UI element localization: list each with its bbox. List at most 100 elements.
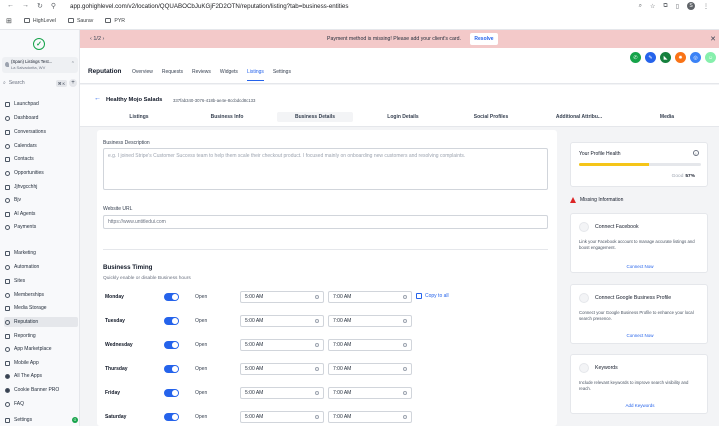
clock-icon <box>403 391 407 395</box>
sidebar-item-all-the-apps[interactable]: All The Apps <box>4 371 78 381</box>
add-keywords-link[interactable]: Add Keywords <box>571 403 709 408</box>
day-open-toggle[interactable] <box>164 293 179 301</box>
search-input[interactable]: Search <box>9 80 25 86</box>
sidebar-item-label: All The Apps <box>14 373 42 379</box>
bookmark-highlevel[interactable]: HighLevel <box>23 18 56 24</box>
dashboard-icon <box>5 115 10 121</box>
close-time-input[interactable]: 7:00 AM <box>328 363 412 375</box>
tab-requests[interactable]: Requests <box>162 69 183 81</box>
listing-tab-login-details[interactable]: Login Details <box>365 112 441 122</box>
help-icon[interactable]: ◎ <box>690 52 701 63</box>
sidebar-item-mobile-app[interactable]: Mobile App <box>4 358 78 368</box>
tab-listings[interactable]: Listings <box>246 69 264 81</box>
back-icon[interactable]: ← <box>7 2 14 10</box>
website-input[interactable]: https://www.untitledui.com <box>103 215 548 229</box>
sidebar-item-opportunities[interactable]: Opportunities <box>4 168 78 178</box>
tab-overview[interactable]: Overview <box>132 69 153 81</box>
info-icon[interactable]: i <box>693 150 699 156</box>
globe-icon <box>5 278 10 284</box>
tab-widgets[interactable]: Widgets <box>220 69 238 81</box>
sidebar-item-launchpad[interactable]: Launchpad <box>4 99 78 109</box>
sidebar-item-settings[interactable]: Settings G <box>4 415 78 425</box>
bookmark-saurav[interactable]: Saurav <box>67 18 93 24</box>
listing-tab-social-profiles[interactable]: Social Profiles <box>453 112 529 122</box>
phone-icon[interactable]: ✆ <box>630 52 641 63</box>
open-time-input[interactable]: 5:00 AM <box>240 291 324 303</box>
sidebar-item-bjv[interactable]: Bjv <box>4 195 78 205</box>
description-textarea[interactable]: e.g. I joined Stripe's Customer Success … <box>103 148 548 190</box>
sidebar-item-automation[interactable]: Automation <box>4 262 78 272</box>
apps-grid-icon[interactable]: ⊞ <box>6 17 12 25</box>
day-open-toggle[interactable] <box>164 413 179 421</box>
sidebar-item-conversations[interactable]: Conversations <box>4 127 78 137</box>
close-time-input[interactable]: 7:00 AM <box>328 339 412 351</box>
banner-message: Payment method is missing! Please add yo… <box>327 36 461 42</box>
sidebar-item-payments[interactable]: Payments <box>4 222 78 232</box>
profile-avatar[interactable]: S <box>687 2 695 10</box>
copy-to-all-button[interactable]: Copy to all <box>416 293 449 299</box>
sidebar-item-media-storage[interactable]: Media Storage <box>4 303 78 313</box>
open-time-input[interactable]: 5:00 AM <box>240 315 324 327</box>
listing-tab-media[interactable]: Media <box>629 112 705 122</box>
quick-add-button[interactable]: + <box>69 79 77 87</box>
open-time-input[interactable]: 5:00 AM <box>240 363 324 375</box>
sidebar-item-sites[interactable]: Sites <box>4 276 78 286</box>
tab-settings[interactable]: Settings <box>273 69 291 81</box>
connect-facebook-link[interactable]: Connect Now <box>571 264 709 269</box>
open-time-input[interactable]: 5:00 AM <box>240 387 324 399</box>
sidebar-item-memberships[interactable]: Memberships <box>4 290 78 300</box>
day-label: Friday <box>105 390 121 396</box>
connect-google-link[interactable]: Connect Now <box>571 333 709 338</box>
site-info-icon[interactable]: ⚲ <box>51 2 56 10</box>
sidebar-item-reputation[interactable]: Reputation <box>4 317 78 327</box>
listing-tab-business-details[interactable]: Business Details <box>277 112 353 122</box>
sidebar-item-calendars[interactable]: Calendars <box>4 141 78 151</box>
sidebar-item-contacts[interactable]: Contacts <box>4 154 78 164</box>
close-time-input[interactable]: 7:00 AM <box>328 291 412 303</box>
zoom-icon[interactable]: ⌕ <box>639 3 642 10</box>
payment-banner: ‹ 1/2 › Payment method is missing! Pleas… <box>80 30 719 48</box>
card-description: Connect your Google Business Profile to … <box>579 310 694 321</box>
sidebar-item-marketing[interactable]: Marketing <box>4 248 78 258</box>
bookmark-star-icon[interactable]: ☆ <box>650 3 655 10</box>
close-icon[interactable]: ✕ <box>710 35 716 43</box>
day-open-toggle[interactable] <box>164 317 179 325</box>
sidebar-item-dashboard[interactable]: Dashboard <box>4 113 78 123</box>
close-time-input[interactable]: 7:00 AM <box>328 411 412 423</box>
sidebar-item-ai-agents[interactable]: AI Agents <box>4 209 78 219</box>
account-switcher[interactable]: (Span) Listings Test... La Salvadorita, … <box>2 57 78 73</box>
banner-pager[interactable]: ‹ 1/2 › <box>90 36 104 42</box>
close-time-input[interactable]: 7:00 AM <box>328 387 412 399</box>
open-time-input[interactable]: 5:00 AM <box>240 411 324 423</box>
sidebar-search[interactable]: ⌕ Search ⌘ K <box>3 78 67 88</box>
forward-icon[interactable]: → <box>22 2 29 10</box>
listing-tab-additional-attribu-[interactable]: Additional Attribu... <box>541 112 617 122</box>
day-open-toggle[interactable] <box>164 365 179 373</box>
sidepanel-icon[interactable]: ▯ <box>676 3 679 10</box>
sidebar-item-jjhvgcchhj[interactable]: Jjhvgcchhj <box>4 182 78 192</box>
day-open-toggle[interactable] <box>164 341 179 349</box>
resolve-button[interactable]: Resolve <box>470 33 498 45</box>
listing-tab-listings[interactable]: Listings <box>101 112 177 122</box>
address-bar[interactable]: app.gohighlevel.com/v2/location/QQUABOCb… <box>70 3 348 10</box>
extensions-icon[interactable]: ⧉ <box>663 3 667 10</box>
sidebar-item-reporting[interactable]: Reporting <box>4 331 78 341</box>
listing-tab-business-info[interactable]: Business Info <box>189 112 265 122</box>
edit-icon[interactable]: ✎ <box>645 52 656 63</box>
sidebar-item-app-marketplace[interactable]: App Marketplace <box>4 344 78 354</box>
bookmark-pyr[interactable]: PYR <box>105 18 125 24</box>
reload-icon[interactable]: ↻ <box>37 2 43 10</box>
megaphone-icon[interactable]: ◣ <box>660 52 671 63</box>
browser-toolbar: ← → ↻ ⚲ app.gohighlevel.com/v2/location/… <box>0 0 719 12</box>
browser-menu-icon[interactable]: ⋮ <box>703 3 709 10</box>
back-arrow-icon[interactable]: ← <box>94 95 101 102</box>
close-time-input[interactable]: 7:00 AM <box>328 315 412 327</box>
sidebar-item-cookie-banner-pro[interactable]: Cookie Banner PRO <box>4 385 78 395</box>
user-avatar[interactable]: ☺ <box>705 52 716 63</box>
tab-reviews[interactable]: Reviews <box>192 69 211 81</box>
sidebar-item-faq[interactable]: FAQ <box>4 399 78 409</box>
hours-row-thursday: Thursday Open 5:00 AM 7:00 AM <box>105 363 545 375</box>
open-time-input[interactable]: 5:00 AM <box>240 339 324 351</box>
notification-icon[interactable]: ✹ <box>675 52 686 63</box>
day-open-toggle[interactable] <box>164 389 179 397</box>
